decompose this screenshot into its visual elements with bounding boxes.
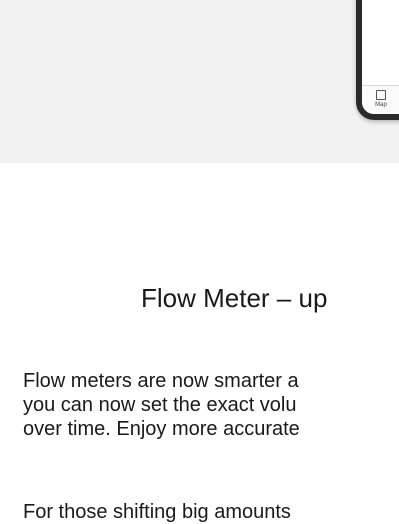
paragraph-line: you can now set the exact volu (23, 394, 297, 416)
paragraph-line: For those shifting big amounts (23, 501, 291, 523)
paragraph-2: For those shifting big amounts (23, 500, 291, 524)
section-title: Flow Meter – up (141, 283, 328, 313)
paragraph-1: Flow meters are now smarter a you can no… (23, 369, 300, 441)
phone-nav-item-map: Map (368, 90, 394, 108)
phone-bottom-nav: Map (362, 85, 399, 114)
paragraph-line: Flow meters are now smarter a (23, 370, 299, 392)
phone-nav-label: Map (375, 102, 387, 108)
map-icon (376, 90, 386, 100)
phone-screen: Map (362, 0, 399, 114)
hero-banner: Map (0, 0, 399, 163)
phone-mockup: Map (356, 0, 399, 120)
paragraph-line: over time. Enjoy more accurate (23, 418, 300, 440)
